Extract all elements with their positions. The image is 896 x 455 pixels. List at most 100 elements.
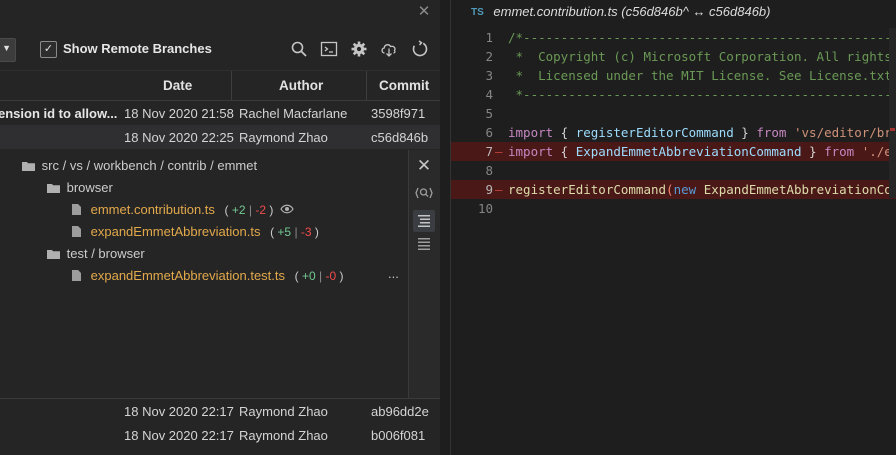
code-line: 4 *-------------------------------------… [451, 85, 896, 104]
commit-date: 18 Nov 2020 22:17 [124, 428, 234, 443]
code-line: 6 import { registerEditorCommand } from … [451, 123, 896, 142]
path-separator: / [62, 158, 67, 173]
line-number: 7 [485, 144, 493, 159]
tree-file-item[interactable]: expandEmmetAbbreviation.ts ( +5 | -3 ) [72, 224, 319, 239]
commit-date: 18 Nov 2020 21:58 [124, 106, 234, 121]
tree-folder-browser[interactable]: browser [47, 180, 113, 195]
code-line-deleted: 9 — registerEditorCommand(new ExpandEmme… [451, 180, 896, 199]
file-icon [72, 270, 81, 281]
editor-tab-title: emmet.contribution.ts (c56d846b^ ↔ c56d8… [493, 4, 771, 19]
deletions-count: -0 [325, 269, 337, 283]
path-separator: / [86, 158, 91, 173]
line-number: 1 [485, 30, 493, 45]
folder-name: browser [66, 180, 113, 195]
commit-hash: ab96dd2e [371, 404, 429, 419]
additions-count: +2 [231, 203, 246, 217]
typescript-icon: TS [471, 7, 484, 18]
additions-count: +5 [277, 225, 292, 239]
file-change-stats: ( +2 | -2 ) [224, 203, 274, 217]
code-line-deleted: 7 — import { ExpandEmmetAbbreviationComm… [451, 142, 896, 161]
close-panel-icon[interactable]: ✕ [416, 3, 432, 21]
table-row-selected[interactable]: 18 Nov 2020 22:25 Raymond Zhao c56d846b [0, 125, 440, 149]
tree-file-item[interactable]: emmet.contribution.ts ( +2 | -2 ) [72, 202, 294, 217]
line-text: * Copyright (c) Microsoft Corporation. A… [515, 49, 892, 64]
terminal-icon[interactable] [320, 40, 338, 58]
commit-hash: b006f081 [371, 428, 426, 443]
folder-icon [47, 250, 60, 259]
line-text: import { registerEditorCommand } from 'v… [508, 125, 896, 140]
code-line: 8 [451, 161, 896, 180]
column-divider[interactable] [366, 71, 367, 100]
line-text: /*--------------------------------------… [508, 30, 896, 45]
overview-ruler-deleted-mark [890, 128, 895, 131]
path-separator: / [160, 158, 164, 173]
line-text: *---------------------------------------… [515, 87, 896, 102]
column-header-commit[interactable]: Commit [379, 78, 429, 93]
deletions-count: -2 [255, 203, 267, 217]
line-number: 2 [485, 49, 493, 64]
editor-tab[interactable]: TS emmet.contribution.ts (c56d846b^ ↔ c5… [471, 4, 771, 19]
column-header-date[interactable]: Date [163, 78, 192, 93]
file-icon [72, 204, 81, 215]
line-number: 5 [485, 106, 493, 121]
file-search-icon[interactable] [413, 182, 435, 204]
folder-name: test / browser [66, 246, 145, 261]
tree-folder-test-browser[interactable]: test / browser [47, 246, 145, 261]
line-number: 4 [485, 87, 493, 102]
commit-details-view: src / vs / workbench / contrib / emmet b… [0, 150, 408, 398]
deleted-line-marker: — [495, 144, 503, 159]
code-line: 5 [451, 104, 896, 123]
overview-ruler[interactable] [889, 28, 896, 198]
path-segment: vs [69, 158, 83, 173]
commit-description: ension id to allow... [0, 106, 118, 121]
line-number: 9 [485, 182, 493, 197]
git-graph-toolbar: ▼ ✓ Show Remote Branches [0, 31, 440, 67]
search-icon[interactable] [290, 40, 308, 58]
file-name: emmet.contribution.ts [90, 202, 215, 217]
gear-icon[interactable] [350, 40, 368, 58]
line-number: 6 [485, 125, 493, 140]
diff-editor: TS emmet.contribution.ts (c56d846b^ ↔ c5… [451, 0, 896, 455]
tree-view-icon[interactable] [413, 210, 435, 232]
stats-divider: | [294, 225, 298, 239]
path-separator: / [210, 158, 214, 173]
eye-icon[interactable] [280, 204, 294, 214]
path-segment: emmet [217, 158, 258, 173]
line-text: registerEditorCommand(new ExpandEmmetAbb… [508, 182, 896, 197]
git-graph-panel: ✕ ▼ ✓ Show Remote Branches Date Author C… [0, 0, 440, 455]
line-number: 3 [485, 68, 493, 83]
commit-hash: c56d846b [371, 130, 429, 145]
commit-date: 18 Nov 2020 22:25 [124, 130, 234, 145]
path-segment: contrib [167, 158, 207, 173]
commit-author: Rachel Macfarlane [239, 106, 348, 121]
column-divider[interactable] [231, 71, 232, 100]
more-actions-icon[interactable]: ... [388, 266, 399, 281]
commit-author: Raymond Zhao [239, 404, 328, 419]
tree-file-item[interactable]: expandEmmetAbbreviation.test.ts ( +0 | -… [72, 268, 344, 283]
file-change-stats: ( +5 | -3 ) [270, 225, 319, 239]
additions-count: +0 [301, 269, 316, 283]
line-number: 8 [485, 163, 493, 178]
table-row[interactable]: 18 Nov 2020 22:17 Raymond Zhao ab96dd2e [0, 399, 440, 423]
path-segment: src [41, 158, 59, 173]
show-remote-branches-checkbox[interactable]: ✓ [40, 41, 57, 58]
code-line: 10 [451, 199, 896, 218]
show-remote-branches-label: Show Remote Branches [63, 41, 212, 56]
refresh-icon[interactable] [411, 40, 429, 58]
line-text: * Licensed under the MIT License. See Li… [515, 68, 892, 83]
table-row[interactable]: ension id to allow... 18 Nov 2020 21:58 … [0, 101, 440, 125]
deleted-line-marker: — [495, 182, 503, 197]
cloud-download-icon[interactable] [380, 40, 398, 58]
list-view-icon[interactable] [413, 234, 435, 256]
code-line: 3 * Licensed under the MIT License. See … [451, 66, 896, 85]
file-name: expandEmmetAbbreviation.test.ts [90, 268, 286, 283]
column-header-author[interactable]: Author [279, 78, 323, 93]
tree-root-folder[interactable]: src / vs / workbench / contrib / emmet [22, 158, 257, 173]
stats-divider: | [248, 203, 253, 217]
commit-author: Raymond Zhao [239, 428, 328, 443]
line-text: import { ExpandEmmetAbbreviationCommand … [508, 144, 896, 159]
close-details-icon[interactable]: ✕ [413, 155, 435, 177]
branch-dropdown[interactable]: ▼ [0, 38, 16, 62]
path-segment: workbench [93, 158, 157, 173]
table-row[interactable]: 18 Nov 2020 22:17 Raymond Zhao b006f081 [0, 423, 440, 447]
